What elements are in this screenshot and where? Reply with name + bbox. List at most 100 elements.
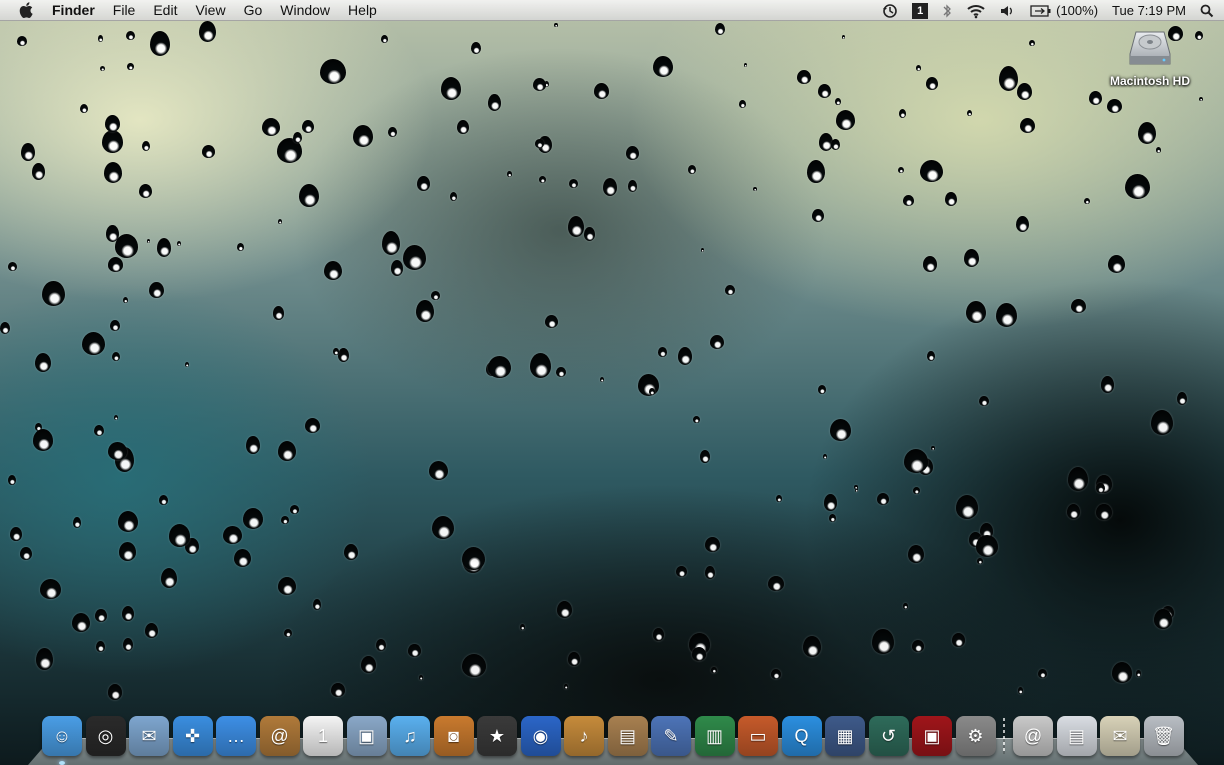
iphoto-icon[interactable]: ◙ [433,716,474,756]
menu-clock[interactable]: Tue 7:19 PM [1112,3,1186,18]
raindrop [102,130,124,153]
search-icon[interactable] [1200,0,1214,21]
raindrop [1138,122,1157,144]
trash-icon[interactable]: 🗑 [1143,716,1184,756]
dock-separator[interactable] [1003,718,1005,754]
raindrop [185,538,199,554]
raindrop [110,320,121,331]
imovie-icon[interactable]: ★ [477,716,517,756]
preview-icon[interactable]: ▣ [346,716,387,756]
address-book-icon[interactable]: @ [259,716,300,756]
raindrop [803,636,821,657]
raindrop [10,527,23,541]
raindrop [278,441,296,461]
quicktime-icon[interactable]: Q [781,716,822,756]
system-preferences-glyph: ⚙ [967,725,984,746]
time-machine-icon[interactable]: ↺ [868,716,909,756]
ical-icon[interactable]: 1 [303,716,343,756]
hard-drive-icon [1128,28,1172,68]
raindrop [753,187,758,191]
raindrop [1067,504,1081,519]
menu-view[interactable]: View [195,2,225,18]
raindrop [488,94,502,111]
finder-icon[interactable]: ☺ [42,716,82,765]
raindrop [658,347,668,357]
quicktime-glyph: Q [794,725,809,746]
battery-icon[interactable] [1030,0,1052,21]
iweb-icon[interactable]: ▤ [607,716,648,756]
raindrop [1199,97,1203,101]
downloads-icon[interactable]: ✉ [1100,716,1140,756]
numbers-icon[interactable]: ▥ [694,716,735,756]
apple-menu-icon[interactable] [18,1,36,19]
desktop-icon-macintosh-hd[interactable]: Macintosh HD [1104,28,1196,88]
raindrop [649,388,656,395]
raindrop [1071,299,1086,313]
keynote-icon[interactable]: ▭ [738,716,778,756]
iphoto-glyph: ◙ [448,725,459,746]
raindrop [564,684,569,689]
raindrop [290,505,300,514]
menu-edit[interactable]: Edit [153,2,177,18]
raindrop [830,419,852,441]
menu-help[interactable]: Help [348,2,377,18]
pages-icon[interactable]: ✎ [651,716,691,756]
spaces-menu-icon[interactable]: 1 [912,0,929,21]
raindrop [32,163,46,180]
raindrop [854,485,858,489]
menu-finder[interactable]: Finder [52,2,95,18]
wifi-icon[interactable] [966,0,986,21]
mail-icon[interactable]: ✉ [129,716,169,756]
ichat-glyph: … [227,725,245,746]
documents-icon[interactable]: ▤ [1056,716,1097,756]
safari-icon[interactable]: ✜ [172,716,213,756]
idvd-icon[interactable]: ◉ [520,716,561,756]
raindrop [324,261,342,280]
raindrop [488,356,511,378]
raindrop [142,141,150,151]
time-machine-icon[interactable] [882,0,898,21]
raindrop [381,35,389,43]
raindrop [556,367,566,377]
raindrop [1151,410,1173,435]
at-sign-icon[interactable]: @ [1013,716,1053,756]
volume-icon[interactable] [1000,0,1016,21]
raindrop [161,568,177,588]
battery-percent[interactable]: (100%) [1056,3,1098,18]
raindrop [710,335,725,349]
raindrop [73,517,82,528]
raindrop [569,179,579,188]
ichat-icon[interactable]: … [216,716,256,756]
raindrop [202,145,216,158]
garageband-icon[interactable]: ♪ [564,716,604,756]
web-sharing-stack-glyph: @ [1023,725,1043,746]
idvd-glyph: ◉ [532,725,549,746]
system-preferences-icon[interactable]: ⚙ [955,716,996,756]
photo-booth-icon[interactable]: ▣ [912,716,952,756]
raindrop [243,508,264,529]
raindrop [106,225,120,242]
spaces-icon[interactable]: ▦ [825,716,865,756]
itunes-icon[interactable]: ♫ [390,716,430,756]
menu-window[interactable]: Window [280,2,330,18]
raindrop [966,301,986,323]
raindrop [8,475,17,485]
menu-go[interactable]: Go [244,2,263,18]
raindrop [277,138,303,163]
raindrop [123,638,133,651]
safari-glyph: ✜ [184,725,201,746]
raindrop [115,447,134,472]
raindrop [1096,475,1113,493]
pages-glyph: ✎ [663,725,679,746]
raindrop [952,633,966,647]
raindrop [299,184,319,207]
dashboard-icon[interactable]: ◎ [85,716,126,756]
preview-glyph: ▣ [357,725,375,746]
raindrop [35,423,42,431]
raindrop [0,322,11,334]
raindrop [1125,174,1150,199]
menu-file[interactable]: File [113,2,136,18]
bluetooth-icon[interactable] [942,0,952,21]
raindrop [711,667,717,673]
raindrop [82,332,105,355]
